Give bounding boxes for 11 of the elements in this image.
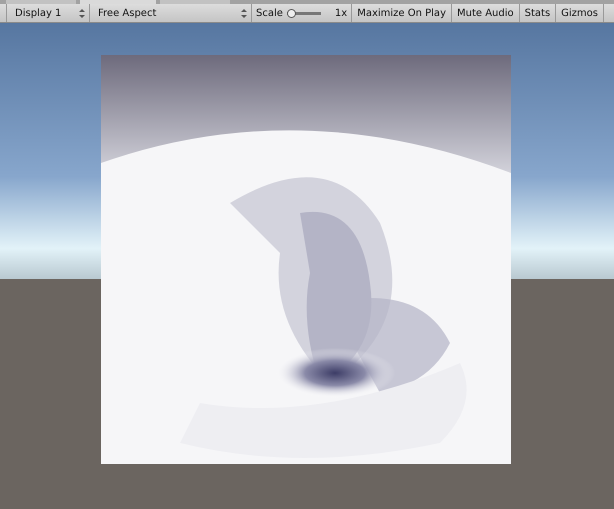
- toggle-button[interactable]: Maximize On Play: [352, 4, 452, 22]
- slider-thumb[interactable]: [286, 8, 296, 18]
- toggle-button[interactable]: Mute Audio: [452, 4, 520, 22]
- dropdown-arrows-icon: [79, 8, 85, 18]
- display-dropdown[interactable]: Display 1: [6, 4, 90, 22]
- dropdown-arrows-icon: [241, 8, 247, 18]
- scale-value: 1x: [334, 8, 348, 18]
- aspect-dropdown[interactable]: Free Aspect: [90, 4, 252, 22]
- scale-label: Scale: [256, 8, 283, 18]
- toggle-button[interactable]: Stats: [520, 4, 556, 22]
- toggle-button[interactable]: Gizmos: [556, 4, 604, 22]
